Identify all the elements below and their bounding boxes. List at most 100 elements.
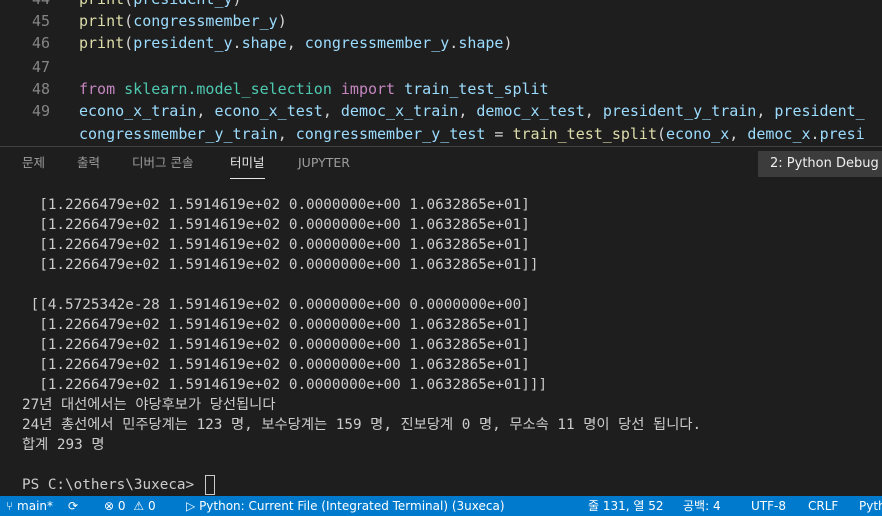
code-token: democ_x_train xyxy=(340,102,459,120)
code-token: = xyxy=(485,125,513,143)
code-text: print(president_y) xyxy=(79,0,242,10)
problems-status[interactable]: ⊗ 0 ⚠ 0 xyxy=(104,496,156,516)
terminal-text: [1.2266479e+02 1.5914619e+02 0.0000000e+… xyxy=(22,317,530,333)
code-token: ( xyxy=(124,12,134,30)
bottom-panel: 문제 출력 디버그 콘솔 터미널 JUPYTER 2: Python Debug… xyxy=(0,146,882,497)
code-token: econo_x xyxy=(666,125,730,143)
code-text: econo_x_train, econo_x_test, democ_x_tra… xyxy=(79,100,865,122)
code-line: 45 print(congressmember_y) xyxy=(0,10,882,32)
warning-count: 0 xyxy=(147,499,156,513)
code-token: ) xyxy=(277,12,287,30)
code-token: congressmember_y xyxy=(304,34,450,52)
tab-debug-console[interactable]: 디버그 콘솔 xyxy=(132,147,193,181)
encoding-status[interactable]: UTF-8 xyxy=(751,496,786,516)
run-debug-icon: ▷ xyxy=(186,499,196,513)
code-line: 46 print(president_y.shape, congressmembe… xyxy=(0,32,882,54)
language-status[interactable]: Python xyxy=(859,496,882,516)
branch-name: main* xyxy=(17,499,54,513)
code-token: print xyxy=(79,0,124,8)
code-token: ( xyxy=(124,0,133,8)
terminal-line: [1.2266479e+02 1.5914619e+02 0.0000000e+… xyxy=(22,215,530,235)
run-config-label: Python: Current File (Integrated Termina… xyxy=(199,499,505,513)
code-token: , xyxy=(458,102,477,120)
line-number: 47 xyxy=(31,58,50,76)
line-number: 45 xyxy=(31,12,50,30)
code-token: ) xyxy=(503,34,513,52)
code-text: print(president_y.shape, congressmember_… xyxy=(79,32,513,54)
code-token: , xyxy=(196,102,215,120)
terminal-text: [1.2266479e+02 1.5914619e+02 0.0000000e+… xyxy=(22,337,530,353)
terminal-text: [1.2266479e+02 1.5914619e+02 0.0000000e+… xyxy=(22,377,548,393)
code-token: , xyxy=(756,102,775,120)
code-token: from xyxy=(79,80,116,98)
terminal-line: [1.2266479e+02 1.5914619e+02 0.0000000e+… xyxy=(22,335,530,355)
code-token: econo_x_test xyxy=(214,102,323,120)
terminal-cursor xyxy=(204,475,215,495)
tab-terminal[interactable]: 터미널 xyxy=(230,147,265,179)
terminal-line: 24년 총선에서 민주당계는 123 명, 보수당계는 159 명, 진보당계 … xyxy=(22,415,701,435)
terminal-output[interactable]: [1.2266479e+02 1.5914619e+02 0.0000000e+… xyxy=(0,195,882,495)
code-token: . xyxy=(449,34,459,52)
code-token: president_y xyxy=(133,34,233,52)
code-token: , xyxy=(322,102,341,120)
git-branch-icon: ⑂ xyxy=(6,499,14,513)
panel-tabs: 문제 출력 디버그 콘솔 터미널 JUPYTER xyxy=(0,147,882,181)
code-token: president_ xyxy=(774,102,865,120)
code-token: congressmember_y_train xyxy=(79,125,278,143)
cursor-position[interactable]: 줄 131, 열 52 xyxy=(588,496,664,516)
code-token: presi xyxy=(819,125,865,143)
code-token: import xyxy=(340,80,396,98)
code-token: shape xyxy=(241,34,287,52)
branch-status[interactable]: ⑂ main* xyxy=(6,496,53,516)
line-number: 46 xyxy=(31,34,50,52)
line-number: 44 xyxy=(0,0,50,10)
code-token: ( xyxy=(657,125,667,143)
code-token: train_test_split xyxy=(404,80,549,98)
terminal-select[interactable]: 2: Python Debug xyxy=(758,151,882,177)
terminal-line: [1.2266479e+02 1.5914619e+02 0.0000000e+… xyxy=(22,315,530,335)
status-bar: ⑂ main* ⟳ ⊗ 0 ⚠ 0 ▷ Python: Current File… xyxy=(0,496,882,516)
tab-output[interactable]: 출력 xyxy=(77,147,100,181)
code-token: . xyxy=(810,125,820,143)
terminal-text: [1.2266479e+02 1.5914619e+02 0.0000000e+… xyxy=(22,257,539,273)
line-number: 48 xyxy=(31,80,50,98)
terminal-line: [1.2266479e+02 1.5914619e+02 0.0000000e+… xyxy=(22,235,530,255)
line-number: 49 xyxy=(31,102,50,120)
code-text: from sklearn.model_selection import trai… xyxy=(79,78,549,100)
terminal-text: PS C:\others\3uxeca> xyxy=(22,477,203,493)
sync-icon[interactable]: ⟳ xyxy=(68,496,78,516)
code-line: congressmember_y_train, congressmember_y… xyxy=(0,123,882,145)
code-token: , xyxy=(584,102,603,120)
code-token: sklearn.model_selection xyxy=(124,80,332,98)
code-token: ) xyxy=(233,0,242,8)
code-token: train_test_split xyxy=(512,125,658,143)
code-token: congressmember_y xyxy=(133,12,278,30)
terminal-text: [1.2266479e+02 1.5914619e+02 0.0000000e+… xyxy=(22,237,530,253)
code-token: ( xyxy=(124,34,134,52)
terminal-text: [[4.5725342e-28 1.5914619e+02 0.0000000e… xyxy=(22,297,530,313)
terminal-prompt: PS C:\others\3uxeca> xyxy=(22,475,215,495)
terminal-text: [1.2266479e+02 1.5914619e+02 0.0000000e+… xyxy=(22,217,530,233)
code-token: president_y xyxy=(133,0,232,8)
terminal-text: 합계 293 명 xyxy=(22,437,105,453)
error-count: 0 xyxy=(117,499,126,513)
code-editor[interactable]: 44print(president_y)45print(congressmemb… xyxy=(0,0,882,146)
code-token: democ_x_test xyxy=(476,102,585,120)
code-token: , xyxy=(277,125,296,143)
tab-jupyter[interactable]: JUPYTER xyxy=(298,147,350,181)
terminal-line: [1.2266479e+02 1.5914619e+02 0.0000000e+… xyxy=(22,255,538,275)
warning-icon: ⚠ xyxy=(133,499,145,513)
eol-status[interactable]: CRLF xyxy=(808,496,838,516)
code-text: print(congressmember_y) xyxy=(79,10,287,32)
code-token: print xyxy=(79,12,125,30)
terminal-line: [[4.5725342e-28 1.5914619e+02 0.0000000e… xyxy=(22,295,530,315)
code-line: 49 econo_x_train, econo_x_test, democ_x_t… xyxy=(0,100,882,122)
indentation-status[interactable]: 공백: 4 xyxy=(683,496,721,516)
tab-problems[interactable]: 문제 xyxy=(22,147,45,181)
terminal-text: 27년 대선에서는 야당후보가 당선됩니다 xyxy=(22,397,276,413)
code-token: . xyxy=(232,34,242,52)
code-token: president_y_train xyxy=(602,102,757,120)
code-token: congressmember_y_test xyxy=(295,125,486,143)
run-config-status[interactable]: ▷ Python: Current File (Integrated Termi… xyxy=(186,496,505,516)
